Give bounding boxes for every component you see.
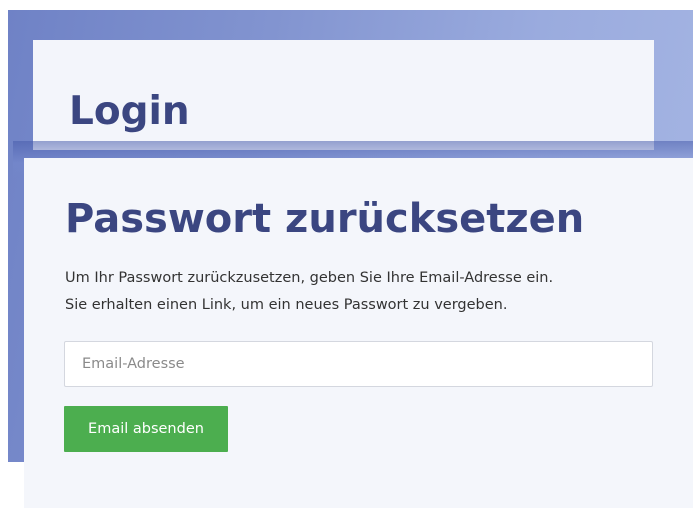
- description-line-1: Um Ihr Passwort zurückzusetzen, geben Si…: [65, 270, 554, 286]
- modal-description: Um Ihr Passwort zurückzusetzen, geben Si…: [65, 265, 553, 319]
- email-field[interactable]: [64, 341, 653, 387]
- description-line-2: Sie erhalten einen Link, um ein neues Pa…: [65, 297, 508, 313]
- screen: Login Passwort zurücksetzen Um Ihr Passw…: [0, 0, 693, 508]
- send-email-button[interactable]: Email absenden: [64, 406, 228, 452]
- modal-title: Passwort zurücksetzen: [65, 196, 585, 242]
- login-card: Login: [33, 40, 654, 150]
- password-reset-modal: Passwort zurücksetzen Um Ihr Passwort zu…: [24, 158, 693, 508]
- login-title: Login: [69, 89, 190, 134]
